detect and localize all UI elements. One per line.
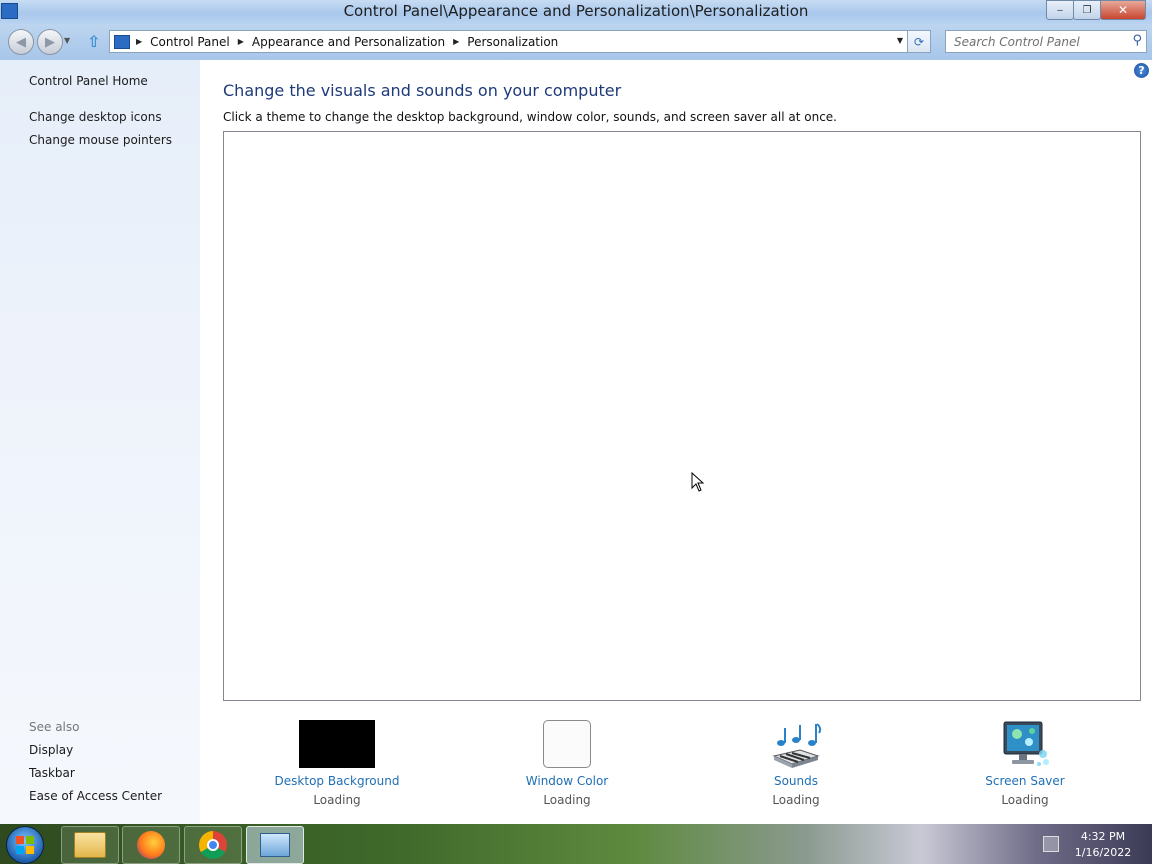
chevron-right-icon[interactable]: ▶ [136,37,142,46]
page-description: Click a theme to change the desktop back… [223,110,837,124]
breadcrumb-control-panel[interactable]: Control Panel [150,35,230,49]
screen-saver-link[interactable]: Screen Saver [935,774,1115,788]
back-arrow-icon[interactable]: ◀ [8,29,34,55]
breadcrumb-appearance-and-personalization[interactable]: Appearance and Personalization [252,35,445,49]
help-icon[interactable]: ? [1134,63,1149,78]
start-button[interactable] [6,826,44,864]
window-title: Control Panel\Appearance and Personaliza… [343,2,809,20]
address-bar[interactable]: ▶ Control Panel ▶ Appearance and Persona… [109,30,908,53]
screen-saver-status: Loading [1001,793,1049,807]
sidebar: Control Panel Home Change desktop icons … [0,60,200,824]
window-color-link[interactable]: Window Color [477,774,657,788]
chrome-icon [199,831,227,859]
up-arrow-icon[interactable]: ⇧ [87,32,100,51]
music-notes-piano-icon[interactable] [770,720,822,770]
sounds-link[interactable]: Sounds [706,774,886,788]
search-input[interactable] [952,33,1124,51]
desktop-background-thumbnail[interactable] [299,720,375,768]
navigation-bar: ◀ ▶ ▼ ⇧ ▶ Control Panel ▶ Appearance and… [0,24,1152,60]
minimize-button[interactable]: ‒ [1046,0,1074,20]
refresh-button[interactable]: ⟳ [907,30,931,53]
clock-time: 4:32 PM [1080,830,1126,843]
taskbar-control-panel[interactable] [246,826,304,864]
title-bar: Control Panel\Appearance and Personaliza… [0,0,1152,24]
breadcrumb-personalization[interactable]: Personalization [467,35,558,49]
page-title: Change the visuals and sounds on your co… [223,81,622,100]
desktop-background-tile[interactable]: Desktop Background Loading [247,720,427,807]
mouse-cursor-icon [691,472,705,492]
sounds-tile[interactable]: Sounds Loading [706,720,886,807]
sidebar-link-change-mouse-pointers[interactable]: Change mouse pointers [29,133,172,147]
screen-saver-tile[interactable]: Screen Saver Loading [935,720,1115,807]
desktop-background-link[interactable]: Desktop Background [247,774,427,788]
restore-button[interactable]: ❐ [1073,0,1101,20]
sounds-status: Loading [772,793,820,807]
firefox-icon [137,831,165,859]
see-also-link-display[interactable]: Display [29,743,73,757]
window-color-swatch[interactable] [543,720,591,768]
window-color-tile[interactable]: Window Color Loading [477,720,657,807]
forward-arrow-icon[interactable]: ▶ [37,29,63,55]
see-also-link-taskbar[interactable]: Taskbar [29,766,75,780]
see-also-label: See also [29,720,80,734]
taskbar-firefox[interactable] [122,826,180,864]
address-history-dropdown-icon[interactable]: ▼ [897,36,903,45]
window-controls: ‒ ❐ ✕ [1046,0,1146,20]
taskbar-chrome[interactable] [184,826,242,864]
chevron-right-icon[interactable]: ▶ [238,37,244,46]
desktop-background-status: Loading [313,793,361,807]
network-tray-icon[interactable] [1043,836,1059,852]
window-color-status: Loading [543,793,591,807]
see-also-link-ease-of-access-center[interactable]: Ease of Access Center [29,789,162,803]
theme-list-pane[interactable] [223,131,1141,701]
chevron-right-icon[interactable]: ▶ [453,37,459,46]
search-icon[interactable]: ⚲ [1132,33,1142,48]
clock-date: 1/16/2022 [1074,846,1132,859]
taskbar: 4:32 PM 1/16/2022 [0,824,1152,864]
control-panel-icon [260,833,290,857]
file-explorer-icon [74,832,106,858]
sidebar-link-control-panel-home[interactable]: Control Panel Home [29,74,148,88]
taskbar-file-explorer[interactable] [61,826,119,864]
control-panel-location-icon [114,34,130,49]
sidebar-link-change-desktop-icons[interactable]: Change desktop icons [29,110,162,124]
recent-pages-dropdown-icon[interactable]: ▼ [64,36,70,45]
search-box[interactable]: ⚲ [945,30,1147,53]
close-button[interactable]: ✕ [1100,0,1146,20]
monitor-screensaver-icon[interactable] [999,720,1051,770]
windows-logo-icon [16,836,34,854]
system-clock[interactable]: 4:32 PM 1/16/2022 [1066,829,1140,861]
